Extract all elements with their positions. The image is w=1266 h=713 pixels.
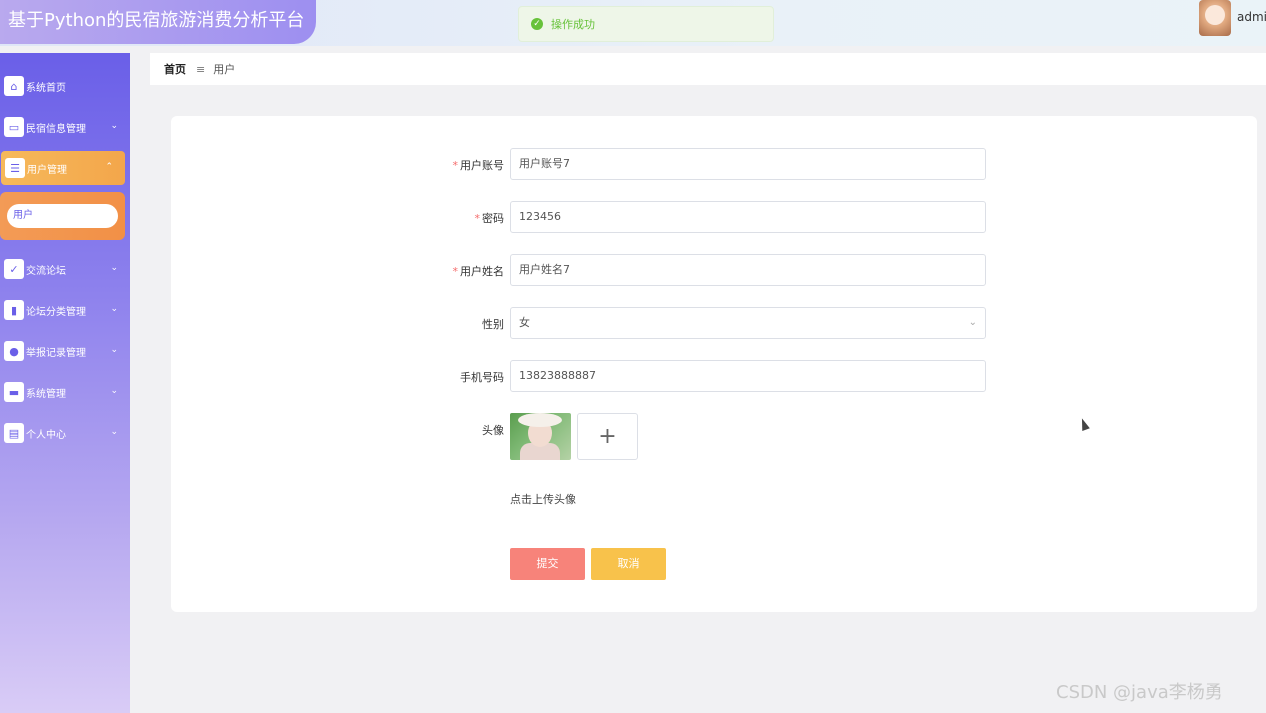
chevron-down-icon: ⌄ (110, 121, 118, 131)
submenu-item-user[interactable]: 用户 (7, 204, 118, 228)
account-input[interactable]: 用户账号7 (510, 148, 986, 180)
chevron-down-icon: ⌄ (110, 427, 118, 437)
success-toast: ✓ 操作成功 (518, 6, 774, 42)
toast-message: 操作成功 (551, 18, 595, 31)
sidebar-item-label: 论坛分类管理 (26, 306, 86, 318)
phone-input[interactable]: 13823888887 (510, 360, 986, 392)
cancel-button[interactable]: 取消 (591, 548, 666, 580)
check-circle-icon: ✓ (531, 18, 543, 30)
photo-hat (518, 413, 562, 427)
password-input[interactable]: 123456 (510, 201, 986, 233)
sidebar-item-label: 个人中心 (26, 429, 66, 441)
book-icon: ▮ (4, 300, 24, 320)
sidebar-item-label: 民宿信息管理 (26, 123, 86, 135)
submit-button[interactable]: 提交 (510, 548, 585, 580)
avatar-label: 头像 (482, 424, 504, 437)
sidebar-item-homestay[interactable]: ▭ 民宿信息管理 ⌄ (0, 110, 130, 144)
avatar-preview-image[interactable] (510, 413, 571, 460)
breadcrumb-current: 用户 (213, 63, 236, 76)
sidebar-item-label: 系统首页 (26, 82, 66, 94)
breadcrumb: 首页 ≡ 用户 (150, 53, 1266, 85)
balloon-icon: ● (4, 341, 24, 361)
sliders-icon: ☰ (5, 158, 25, 178)
gender-select[interactable]: 女 ⌄ (510, 307, 986, 339)
sidebar-item-label: 系统管理 (26, 388, 66, 400)
form-row-account: * 用户账号 用户账号7 (171, 148, 1257, 180)
sidebar-item-label: 用户管理 (27, 164, 67, 176)
chevron-down-icon: ⌄ (110, 304, 118, 314)
password-label: * 密码 (474, 212, 505, 225)
sidebar-item-home[interactable]: ⌂ 系统首页 (0, 69, 130, 103)
sidebar-item-profile[interactable]: ▤ 个人中心 ⌄ (0, 416, 130, 450)
chevron-down-icon: ⌄ (110, 345, 118, 355)
wallet-icon: ▤ (4, 423, 24, 443)
form-row-name: * 用户姓名 用户姓名7 (171, 254, 1257, 286)
gender-label: 性别 (482, 318, 504, 331)
app-title: 基于Python的民宿旅游消费分析平台 (8, 10, 305, 31)
sidebar-item-reports[interactable]: ● 举报记录管理 ⌄ (0, 334, 130, 368)
sidebar: ⌂ 系统首页 ▭ 民宿信息管理 ⌄ ☰ 用户管理 ⌃ 用户 ✓ 交流论坛 ⌄ ▮… (0, 53, 130, 713)
upload-button[interactable]: + (577, 413, 638, 460)
watermark: CSDN @java李杨勇 (1056, 682, 1223, 703)
home-icon: ⌂ (4, 76, 24, 96)
chevron-up-icon: ⌃ (105, 162, 113, 172)
top-bar: 基于Python的民宿旅游消费分析平台 ✓ 操作成功 admin (0, 0, 1266, 46)
monitor-icon: ▭ (4, 117, 24, 137)
name-label: * 用户姓名 (452, 265, 505, 278)
plus-icon: + (598, 424, 617, 449)
avatar[interactable] (1199, 0, 1231, 36)
breadcrumb-home[interactable]: 首页 (164, 61, 186, 77)
chevron-down-icon: ⌄ (110, 263, 118, 273)
upload-hint: 点击上传头像 (510, 493, 576, 506)
submenu: 用户 (0, 192, 125, 240)
form-row-gender: 性别 女 ⌄ (171, 307, 1257, 339)
briefcase-icon: ▬ (4, 382, 24, 402)
form-row-avatar: 头像 (171, 413, 1257, 445)
clipboard-icon: ✓ (4, 259, 24, 279)
name-input[interactable]: 用户姓名7 (510, 254, 986, 286)
breadcrumb-separator-icon: ≡ (196, 62, 206, 76)
title-box: 基于Python的民宿旅游消费分析平台 (0, 0, 316, 44)
sidebar-item-forum-category[interactable]: ▮ 论坛分类管理 ⌄ (0, 293, 130, 327)
account-label: * 用户账号 (452, 159, 505, 172)
form-row-password: * 密码 123456 (171, 201, 1257, 233)
phone-label: 手机号码 (460, 371, 504, 384)
form-card: * 用户账号 用户账号7 * 密码 123456 * 用户姓名 用户姓名7 性别 女 … (171, 116, 1257, 612)
chevron-down-icon: ⌄ (110, 386, 118, 396)
sidebar-item-system[interactable]: ▬ 系统管理 ⌄ (0, 375, 130, 409)
sidebar-item-forum[interactable]: ✓ 交流论坛 ⌄ (0, 252, 130, 286)
username[interactable]: admin (1237, 10, 1266, 24)
gender-value: 女 (519, 316, 530, 329)
sidebar-item-users[interactable]: ☰ 用户管理 ⌃ (1, 151, 125, 185)
sidebar-item-label: 交流论坛 (26, 265, 66, 277)
chevron-down-icon: ⌄ (968, 317, 977, 328)
sidebar-item-label: 举报记录管理 (26, 347, 86, 359)
form-row-phone: 手机号码 13823888887 (171, 360, 1257, 392)
